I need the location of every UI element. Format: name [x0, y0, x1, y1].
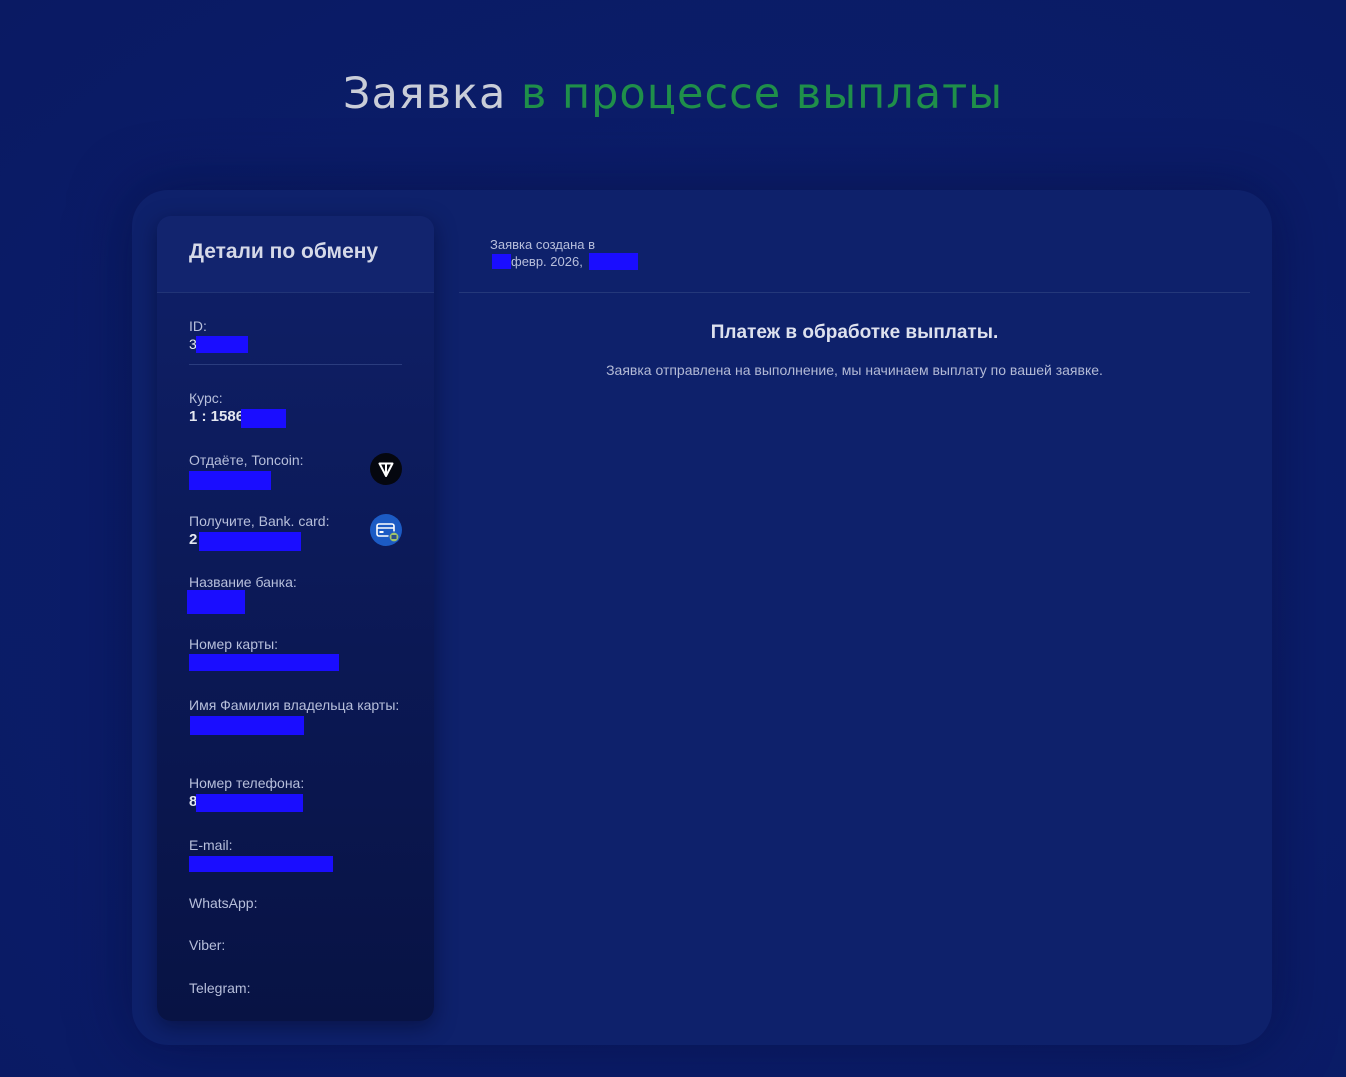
- bank-name-field: Название банка:: [187, 574, 402, 614]
- redacted-block: [189, 471, 271, 490]
- bank-name-label: Название банка:: [189, 574, 297, 590]
- card-number-value: [189, 653, 402, 672]
- phone-field: Номер телефона: 8: [189, 775, 402, 812]
- created-value: февр. 2026,: [490, 253, 650, 270]
- id-value: 3: [189, 335, 402, 354]
- status-title: Платеж в обработке выплаты.: [710, 322, 999, 343]
- page-title-prefix: Заявка: [342, 69, 507, 119]
- redacted-block: [189, 654, 339, 671]
- redacted-block: [196, 794, 303, 812]
- rate-label: Курс:: [189, 390, 223, 406]
- status-text: Заявка отправлена на выполнение, мы начи…: [606, 362, 1103, 378]
- redacted-block: [492, 254, 511, 269]
- whatsapp-label: WhatsApp:: [189, 895, 258, 911]
- card-number-field: Номер карты:: [189, 636, 402, 672]
- phone-label: Номер телефона:: [189, 775, 305, 791]
- viber-field: Viber:: [189, 937, 402, 954]
- toncoin-icon: [370, 453, 402, 485]
- card-holder-field: Имя Фамилия владельца карты:: [189, 697, 402, 735]
- rate-field: Курс: 1 : 1586: [189, 390, 402, 428]
- id-label: ID:: [189, 318, 207, 334]
- email-value: [189, 854, 402, 873]
- exchange-details-panel: Детали по обмену ID: 3 Курс: 1 : 1586 От…: [157, 216, 434, 1021]
- bank-name-value: [187, 590, 402, 614]
- details-title: Детали по обмену: [189, 240, 379, 263]
- created-label: Заявка создана в: [490, 237, 595, 252]
- redacted-block: [589, 253, 638, 270]
- redacted-block: [190, 716, 304, 735]
- rate-value: 1 : 1586: [189, 407, 402, 428]
- card-holder-value: [189, 714, 402, 735]
- redacted-block: [189, 856, 333, 872]
- email-field: E-mail:: [189, 837, 402, 873]
- telegram-label: Telegram:: [189, 980, 251, 996]
- divider: [189, 364, 402, 365]
- email-label: E-mail:: [189, 837, 233, 853]
- page-title-status: в процессе выплаты: [521, 69, 1004, 119]
- redacted-block: [196, 336, 248, 353]
- card-holder-label: Имя Фамилия владельца карты:: [189, 697, 400, 713]
- details-header: Детали по обмену: [157, 216, 434, 293]
- request-header: Заявка создана в февр. 2026,: [459, 216, 1250, 293]
- page-title: Заявка в процессе выплаты: [0, 66, 1346, 122]
- bank-card-icon: [370, 514, 402, 546]
- redacted-block: [199, 532, 301, 551]
- card-number-label: Номер карты:: [189, 636, 279, 652]
- telegram-field: Telegram:: [189, 980, 402, 997]
- redacted-block: [241, 409, 286, 428]
- phone-value: 8: [189, 792, 402, 812]
- id-field: ID: 3: [189, 318, 402, 354]
- whatsapp-field: WhatsApp:: [189, 895, 402, 912]
- viber-label: Viber:: [189, 937, 226, 953]
- redacted-block: [187, 590, 245, 614]
